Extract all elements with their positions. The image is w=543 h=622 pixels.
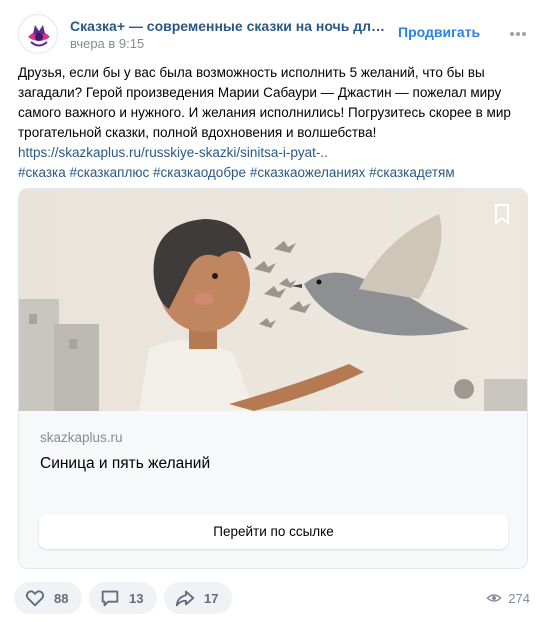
comment-button[interactable]: 13 xyxy=(89,582,158,614)
community-name[interactable]: Сказка+ — современные сказки на ночь для… xyxy=(70,18,388,35)
bookmark-icon xyxy=(495,204,509,224)
post-body: Друзья, если бы у вас была возможность и… xyxy=(18,65,511,140)
comment-count: 13 xyxy=(129,590,144,606)
heart-icon xyxy=(25,590,45,607)
card-illustration[interactable] xyxy=(19,189,528,411)
more-button[interactable] xyxy=(506,22,530,46)
comment-icon xyxy=(101,590,119,607)
post-time[interactable]: вчера в 9:15 xyxy=(70,36,144,52)
post-actions: 88 13 17 274 xyxy=(14,582,530,614)
link-card[interactable]: skazkaplus.ru Синица и пять желаний Пере… xyxy=(18,188,528,569)
share-icon xyxy=(175,590,195,607)
eye-icon xyxy=(486,594,502,602)
promote-button[interactable]: Продвигать xyxy=(398,24,480,40)
ellipsis-icon xyxy=(510,32,526,36)
post: Сказка+ — современные сказки на ночь для… xyxy=(0,0,543,622)
card-domain: skazkaplus.ru xyxy=(40,430,123,445)
post-text: Друзья, если бы у вас была возможность и… xyxy=(18,63,518,183)
views-counter: 274 xyxy=(486,590,530,606)
post-link[interactable]: https://skazkaplus.ru/russkiye-skazki/si… xyxy=(18,143,518,163)
share-count: 17 xyxy=(204,590,219,606)
bookmark-button[interactable] xyxy=(489,201,515,227)
post-hashtags[interactable]: #сказка #сказкаплюс #сказкаодобре #сказк… xyxy=(18,163,518,183)
community-avatar[interactable] xyxy=(18,14,58,54)
like-count: 88 xyxy=(54,590,69,606)
skazka-logo xyxy=(22,18,56,52)
share-button[interactable]: 17 xyxy=(164,582,233,614)
views-count: 274 xyxy=(508,590,530,606)
open-link-button[interactable]: Перейти по ссылке xyxy=(39,514,508,549)
post-header: Сказка+ — современные сказки на ночь для… xyxy=(18,14,530,54)
card-title[interactable]: Синица и пять желаний xyxy=(40,455,210,473)
like-button[interactable]: 88 xyxy=(14,582,83,614)
